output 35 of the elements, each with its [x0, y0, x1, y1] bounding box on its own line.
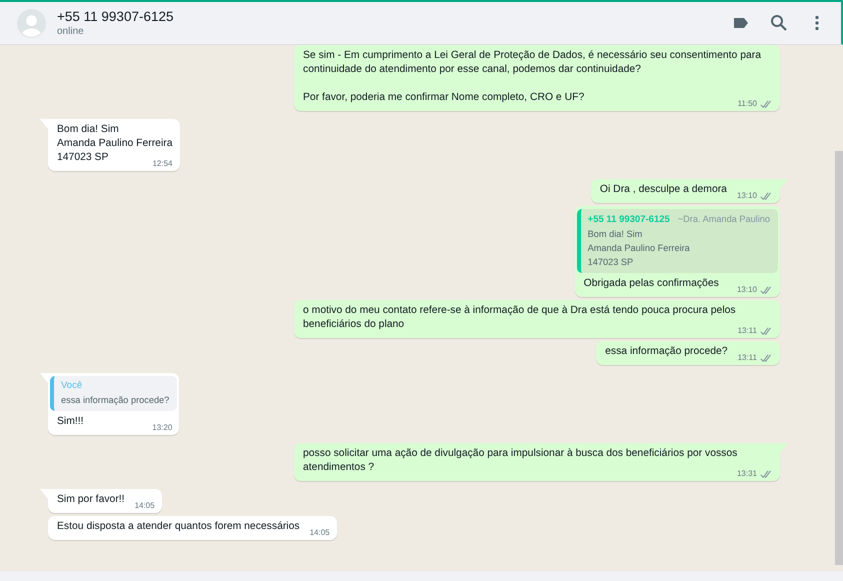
scrollbar[interactable] — [835, 151, 843, 565]
quote-sender-name: ~Dra. Amanda Paulino — [678, 213, 770, 226]
message-text: posso solicitar uma ação de divulgação para impulsionar à busca dos beneficiários por vossos atendimentos ? — [303, 448, 738, 473]
double-check-icon — [760, 470, 773, 478]
message-time: 13:11 — [738, 325, 757, 337]
contact-name[interactable]: +55 11 99307-6125 — [57, 9, 731, 24]
message-time: 14:05 — [310, 527, 330, 539]
quoted-message[interactable]: +55 11 99307-6125 ~Dra. Amanda Paulino Bom dia! Sim Amanda Paulino Ferreira 147023 SP — [576, 209, 778, 273]
quote-author: Você — [61, 379, 82, 393]
message-time: 13:10 — [736, 284, 757, 296]
message-text: Obrigada pelas confirmações — [584, 278, 719, 289]
message-time: 13:11 — [738, 352, 757, 364]
message-time: 13:10 — [736, 190, 757, 202]
contact-status: online — [57, 26, 85, 37]
double-check-icon — [760, 354, 773, 362]
quote-author: +55 11 99307-6125 — [588, 213, 670, 227]
message-text: Sim por favor!! — [57, 494, 125, 505]
message-time: 13:20 — [152, 422, 172, 434]
message-text: Estou disposta a atender quantos forem necessários — [57, 521, 300, 532]
message-time: 13:31 — [736, 468, 757, 480]
message-text: Oi Dra , desculpe a demora — [600, 184, 727, 195]
quoted-message[interactable]: Você essa informação procede? — [50, 376, 178, 411]
message-text: Sim!!! — [57, 416, 84, 427]
double-check-icon — [760, 192, 773, 200]
quote-text: Bom dia! Sim Amanda Paulino Ferreira 147023 SP — [588, 228, 691, 269]
search-icon[interactable] — [769, 13, 789, 33]
double-check-icon — [760, 100, 773, 108]
message-text: o motivo do meu contato refere-se à informação de que à Dra está tendo pouca procura pelos beneficiários do plano — [303, 305, 737, 330]
message-time: 12:54 — [152, 158, 173, 170]
double-check-icon — [760, 326, 773, 336]
double-check-icon — [760, 286, 773, 294]
message-text: essa informação procede? — [605, 346, 728, 357]
quote-text: essa informação procede? — [61, 394, 170, 407]
message-time: 14:05 — [134, 500, 155, 512]
message-time: 11:50 — [738, 98, 757, 110]
